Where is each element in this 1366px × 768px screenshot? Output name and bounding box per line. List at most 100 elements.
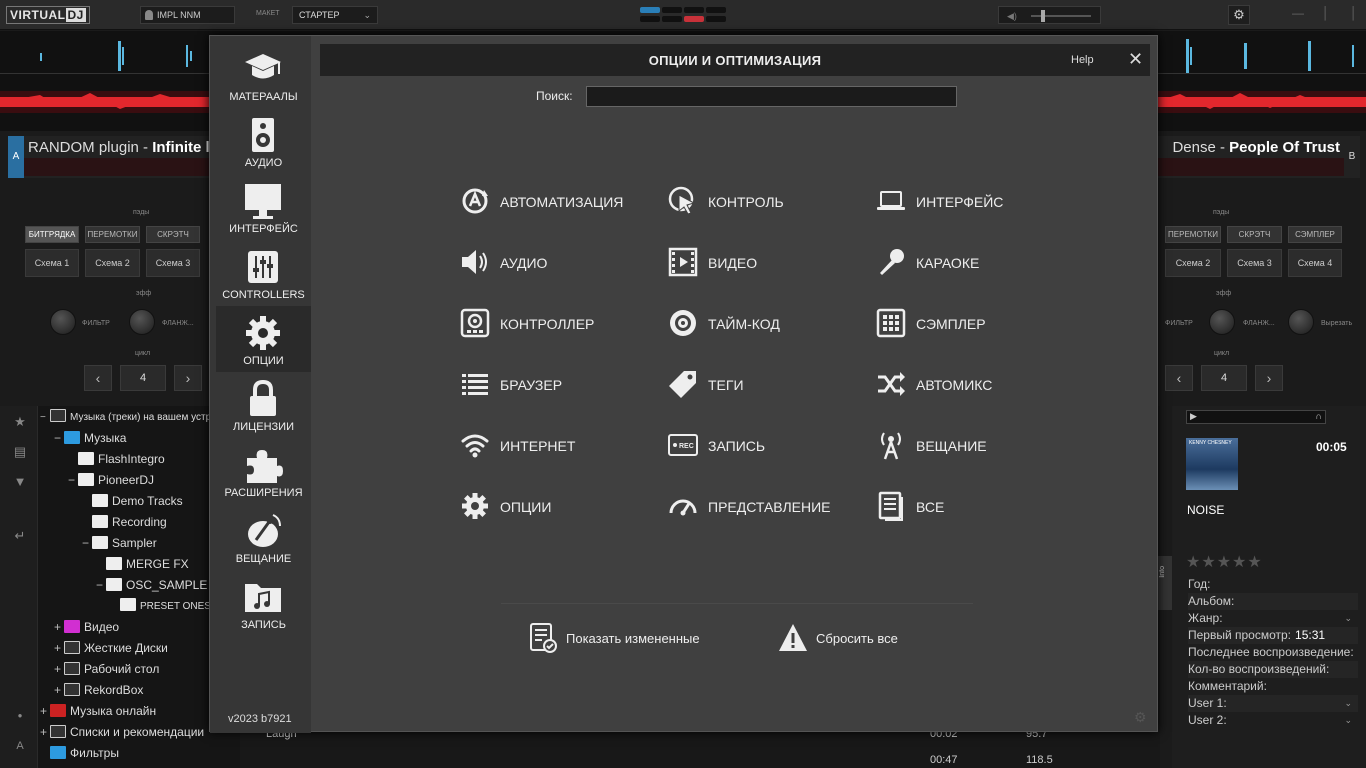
deck-a-fx-knob-2[interactable] <box>129 309 155 335</box>
sidebar-item-licenses[interactable]: ЛИЦЕНЗИИ <box>216 372 311 438</box>
deck-b-loop-value[interactable]: 4 <box>1201 365 1247 391</box>
deck-b-letter[interactable]: B <box>1344 136 1360 178</box>
deck-b-pad-mode-rewind[interactable]: ПЕРЕМОТКИ <box>1165 226 1221 243</box>
option-interface[interactable]: ИНТЕРФЕЙС <box>876 184 1046 220</box>
option-record[interactable]: REC ЗАПИСЬ <box>668 428 838 464</box>
option-controller[interactable]: КОНТРОЛЛЕР <box>460 306 630 342</box>
option-automation[interactable]: АВТОМАТИЗАЦИЯ <box>460 184 630 220</box>
chevron-down-icon[interactable]: ⌄ <box>1344 610 1352 627</box>
rating-stars[interactable]: ★★★★★ <box>1186 552 1263 572</box>
sidebar-item-materials[interactable]: МАТЕРААЛЫ <box>216 42 311 108</box>
deck-indicator[interactable] <box>662 16 682 22</box>
option-control[interactable]: КОНТРОЛЬ <box>668 184 838 220</box>
option-view[interactable]: ПРЕДСТАВЛЕНИЕ <box>668 489 838 525</box>
sidebar-item-extensions[interactable]: РАСШИРЕНИЯ <box>216 438 311 504</box>
deck-a-scheme-3[interactable]: Схема 3 <box>146 249 200 277</box>
option-tags[interactable]: ТЕГИ <box>668 367 838 403</box>
deck-a-scheme-1[interactable]: Схема 1 <box>25 249 79 277</box>
tree-item[interactable]: Demo Tracks <box>82 491 183 512</box>
text-size-icon[interactable]: A <box>9 736 31 756</box>
deck-b-scheme-4[interactable]: Схема 4 <box>1288 249 1342 277</box>
option-audio[interactable]: АУДИО <box>460 245 630 281</box>
deck-layout-selector[interactable] <box>640 7 730 25</box>
tree-item[interactable]: MERGE FX <box>96 554 189 575</box>
info-field-user1[interactable]: User 1: ⌄ <box>1188 695 1358 712</box>
tree-item[interactable]: − PioneerDJ <box>68 470 154 491</box>
tree-item[interactable]: − Sampler <box>82 533 157 554</box>
volume-handle[interactable] <box>1041 10 1045 22</box>
sideview-tab[interactable]: Info <box>1158 556 1172 610</box>
tree-item[interactable]: Recording <box>82 512 167 533</box>
show-changed-button[interactable]: Показать измененные <box>528 622 718 656</box>
sidebar-item-audio[interactable]: АУДИО <box>216 108 311 174</box>
info-field-genre[interactable]: Жанр: ⌄ <box>1188 610 1358 627</box>
deck-indicator[interactable] <box>640 7 660 13</box>
option-timecode[interactable]: ТАЙМ-КОД <box>668 306 838 342</box>
tree-item[interactable]: − Музыка <box>54 428 126 449</box>
deck-indicator[interactable] <box>662 7 682 13</box>
sidebar-item-record[interactable]: ЗАПИСЬ <box>216 570 311 636</box>
deck-b-pad-mode-sampler[interactable]: СЭМПЛЕР <box>1288 226 1342 243</box>
chevron-down-icon[interactable]: ⌄ <box>1344 712 1352 729</box>
tree-item[interactable]: FlashIntegro <box>68 449 165 470</box>
option-video[interactable]: ВИДЕО <box>668 245 838 281</box>
deck-b-loop-prev-button[interactable]: ‹ <box>1165 365 1193 391</box>
preview-player[interactable]: ▶ ∩ <box>1186 410 1326 424</box>
option-all[interactable]: ВСЕ <box>876 489 1046 525</box>
deck-a-pad-mode-rewind[interactable]: ПЕРЕМОТКИ <box>85 226 140 243</box>
reset-all-button[interactable]: Сбросить все <box>778 622 918 656</box>
deck-b-fx-knob-2[interactable] <box>1288 309 1314 335</box>
dot-icon[interactable]: ● <box>9 706 31 726</box>
sidebar-item-interface[interactable]: ИНТЕРФЕЙС <box>216 174 311 240</box>
headphones-icon[interactable]: ∩ <box>1316 411 1322 421</box>
chevron-down-icon[interactable]: ⌄ <box>1344 695 1352 712</box>
layout-select[interactable]: СТАРТЕР ⌄ <box>292 6 378 24</box>
tree-item[interactable]: + Жесткие Диски <box>54 638 168 659</box>
deck-a-pad-mode-scratch[interactable]: СКРЭТЧ <box>146 226 200 243</box>
gear-icon[interactable]: ⚙ <box>1134 709 1147 726</box>
deck-a-loop-prev-button[interactable]: ‹ <box>84 365 112 391</box>
maximize-icon[interactable]: │ <box>1322 6 1330 20</box>
info-field-user2[interactable]: User 2: ⌄ <box>1188 712 1358 729</box>
close-icon[interactable]: ✕ <box>1128 49 1143 70</box>
deck-b-pad-mode-scratch[interactable]: СКРЭТЧ <box>1227 226 1282 243</box>
option-karaoke[interactable]: КАРАОКЕ <box>876 245 1046 281</box>
option-internet[interactable]: ИНТЕРНЕТ <box>460 428 630 464</box>
deck-a-letter[interactable]: A <box>8 136 24 178</box>
sidebar-item-broadcast[interactable]: ВЕЩАНИЕ <box>216 504 311 570</box>
filter-icon[interactable]: ▼ <box>9 472 31 492</box>
deck-indicator[interactable] <box>706 16 726 22</box>
minimize-icon[interactable]: — <box>1292 6 1304 20</box>
deck-b-scheme-2[interactable]: Схема 2 <box>1165 249 1221 277</box>
tree-item[interactable]: + Видео <box>54 617 119 638</box>
deck-a-mini-waveform[interactable] <box>24 158 210 176</box>
user-account-button[interactable]: IMPL NNM <box>140 6 235 24</box>
play-icon[interactable]: ▶ <box>1190 411 1197 422</box>
deck-a-pad-mode-beatgrid[interactable]: БИТГРЯДКА <box>25 226 79 243</box>
deck-a-scheme-2[interactable]: Схема 2 <box>85 249 140 277</box>
deck-b-mini-waveform[interactable] <box>1158 158 1344 176</box>
deck-indicator[interactable] <box>640 16 660 22</box>
tree-item[interactable]: + Списки и рекомендации <box>40 722 204 743</box>
option-browser[interactable]: БРАУЗЕР <box>460 367 630 403</box>
close-icon[interactable]: │ <box>1350 6 1358 20</box>
tree-item[interactable]: − Музыка (треки) на вашем устройс <box>40 407 227 428</box>
option-sampler[interactable]: СЭМПЛЕР <box>876 306 1046 342</box>
master-volume-slider[interactable]: ◀) <box>998 6 1101 24</box>
add-folder-icon[interactable]: ▤ <box>9 442 31 462</box>
settings-gear-button[interactable]: ⚙ <box>1228 5 1250 25</box>
tree-item[interactable]: + Музыка онлайн <box>40 701 156 722</box>
sidebar-item-options[interactable]: ОПЦИИ <box>216 306 311 372</box>
deck-b-scheme-3[interactable]: Схема 3 <box>1227 249 1282 277</box>
option-options[interactable]: ОПЦИИ <box>460 489 630 525</box>
deck-indicator[interactable] <box>706 7 726 13</box>
back-arrow-icon[interactable]: ↵ <box>9 526 31 546</box>
deck-b-loop-next-button[interactable]: › <box>1255 365 1283 391</box>
deck-b-fx-knob-1[interactable] <box>1209 309 1235 335</box>
tree-item[interactable]: + RekordBox <box>54 680 143 701</box>
deck-indicator[interactable] <box>684 7 704 13</box>
tree-item[interactable]: PRESET ONESH <box>110 596 218 617</box>
tree-item[interactable]: − OSC_SAMPLE <box>96 575 207 596</box>
deck-a-fx-knob-1[interactable] <box>50 309 76 335</box>
search-input[interactable] <box>586 86 957 107</box>
